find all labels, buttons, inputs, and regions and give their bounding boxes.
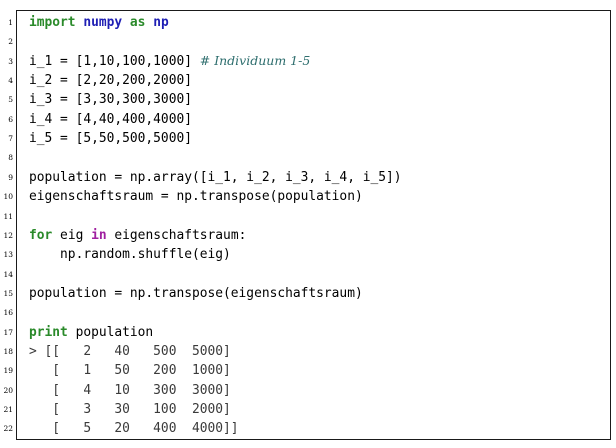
- code-line: 18 > [[ 2 40 500 5000]: [0, 342, 616, 361]
- code-token: population = np.array([i_1, i_2, i_3, i_…: [29, 169, 402, 185]
- code-text: > [[ 2 40 500 5000]: [29, 342, 231, 361]
- code-token: i_3 = [3,30,300,3000]: [29, 92, 192, 108]
- code-token: eigenschaftsraum = np.transpose(populati…: [29, 189, 363, 205]
- code-token: eig: [52, 227, 92, 243]
- line-number: 16: [3, 308, 13, 318]
- console-output: [ 3 30 100 2000]: [29, 402, 231, 417]
- line-number: 8: [8, 153, 13, 163]
- code-line: 5 i_3 = [3,30,300,3000]: [0, 90, 616, 109]
- code-text: i_2 = [2,20,200,2000]: [29, 71, 192, 90]
- code-text: i_1 = [1,10,100,1000] # Individuum 1-5: [29, 51, 310, 71]
- code-token: in: [91, 227, 107, 243]
- line-number: 18: [3, 346, 13, 356]
- line-number: 1: [8, 18, 13, 27]
- code-token: i_1 = [1,10,100,1000]: [29, 54, 200, 70]
- code-line: 15 population = np.transpose(eigenschafts…: [0, 284, 616, 303]
- code-token: numpy: [83, 15, 123, 30]
- line-number: 15: [3, 288, 13, 298]
- code-line: 16: [0, 303, 616, 322]
- console-output: [ 4 10 300 3000]: [29, 382, 231, 398]
- line-number: 22: [3, 424, 13, 434]
- code-token: eigenschaftsraum:: [106, 227, 247, 243]
- code-text: [ 1 50 200 1000]: [29, 361, 231, 380]
- code-line: 11: [0, 207, 616, 226]
- line-number: 5: [8, 95, 13, 105]
- line-number: 17: [3, 327, 13, 337]
- console-output: [ 5 20 400 4000]]: [29, 421, 239, 437]
- line-number: 14: [3, 269, 13, 279]
- line-number: 2: [8, 37, 13, 47]
- line-number: 9: [8, 172, 13, 182]
- line-number: 20: [3, 385, 13, 395]
- code-token: population: [67, 324, 154, 340]
- code-line: 17 print population: [0, 323, 616, 342]
- code-line: 7 i_5 = [5,50,500,5000]: [0, 129, 616, 148]
- code-token: print: [29, 324, 68, 340]
- code-text: population = np.transpose(eigenschaftsra…: [29, 284, 363, 303]
- line-number: 4: [8, 76, 13, 86]
- line-number: 3: [8, 56, 13, 66]
- line-number: 13: [3, 250, 13, 260]
- code-text: i_5 = [5,50,500,5000]: [29, 129, 192, 148]
- code-text: for eig in eigenschaftsraum:: [29, 226, 246, 245]
- code-line: 12 for eig in eigenschaftsraum:: [0, 226, 616, 245]
- code-text: np.random.shuffle(eig): [29, 245, 231, 264]
- line-number: 7: [8, 134, 13, 144]
- code-comment: # Individuum 1-5: [199, 53, 311, 69]
- code-line: 9 population = np.array([i_1, i_2, i_3, i…: [0, 168, 616, 187]
- code-line: 13 np.random.shuffle(eig): [0, 245, 616, 264]
- code-token: i_2 = [2,20,200,2000]: [29, 73, 192, 89]
- code-token: for: [29, 227, 53, 243]
- code-token: i_5 = [5,50,500,5000]: [29, 131, 192, 147]
- console-output: > [[ 2 40 500 5000]: [29, 343, 231, 359]
- code-line: 4 i_2 = [2,20,200,2000]: [0, 71, 616, 90]
- code-line: 3 i_1 = [1,10,100,1000] # Individuum 1-5: [0, 52, 616, 71]
- code-line: 2: [0, 32, 616, 51]
- code-text: i_3 = [3,30,300,3000]: [29, 90, 192, 109]
- code-token: population = np.transpose(eigenschaftsra…: [29, 285, 363, 301]
- line-number: 12: [3, 230, 13, 240]
- code-text: import numpy as np: [29, 13, 169, 32]
- code-text: [ 4 10 300 3000]: [29, 381, 231, 400]
- code-line: 19 [ 1 50 200 1000]: [0, 361, 616, 380]
- code-text: i_4 = [4,40,400,4000]: [29, 110, 192, 129]
- code-text: eigenschaftsraum = np.transpose(populati…: [29, 187, 363, 206]
- line-number: 19: [3, 366, 13, 376]
- line-number: 10: [3, 192, 13, 202]
- code-line: 1 import numpy as np: [0, 13, 616, 32]
- code-line: 22 [ 5 20 400 4000]]: [0, 419, 616, 438]
- code-text: [ 3 30 100 2000]: [29, 400, 231, 419]
- code-token: import: [29, 15, 76, 30]
- code-line: 14: [0, 265, 616, 284]
- code-text: population = np.array([i_1, i_2, i_3, i_…: [29, 168, 402, 187]
- code-line: 21 [ 3 30 100 2000]: [0, 400, 616, 419]
- code-text: [ 5 20 400 4000]]: [29, 419, 239, 438]
- code-token: np.random.shuffle(eig): [29, 247, 231, 263]
- code-token: as: [129, 15, 146, 30]
- line-number: 6: [8, 114, 13, 124]
- code-line: 6 i_4 = [4,40,400,4000]: [0, 110, 616, 129]
- code-token: i_4 = [4,40,400,4000]: [29, 111, 192, 127]
- code-line: 8: [0, 148, 616, 167]
- code-text: print population: [29, 323, 153, 342]
- console-output: [ 1 50 200 1000]: [29, 363, 231, 379]
- line-number: 11: [3, 211, 13, 221]
- code-token: np: [153, 15, 169, 30]
- line-number: 21: [3, 405, 13, 414]
- code-line: 20 [ 4 10 300 3000]: [0, 381, 616, 400]
- code-line: 10 eigenschaftsraum = np.transpose(popula…: [0, 187, 616, 206]
